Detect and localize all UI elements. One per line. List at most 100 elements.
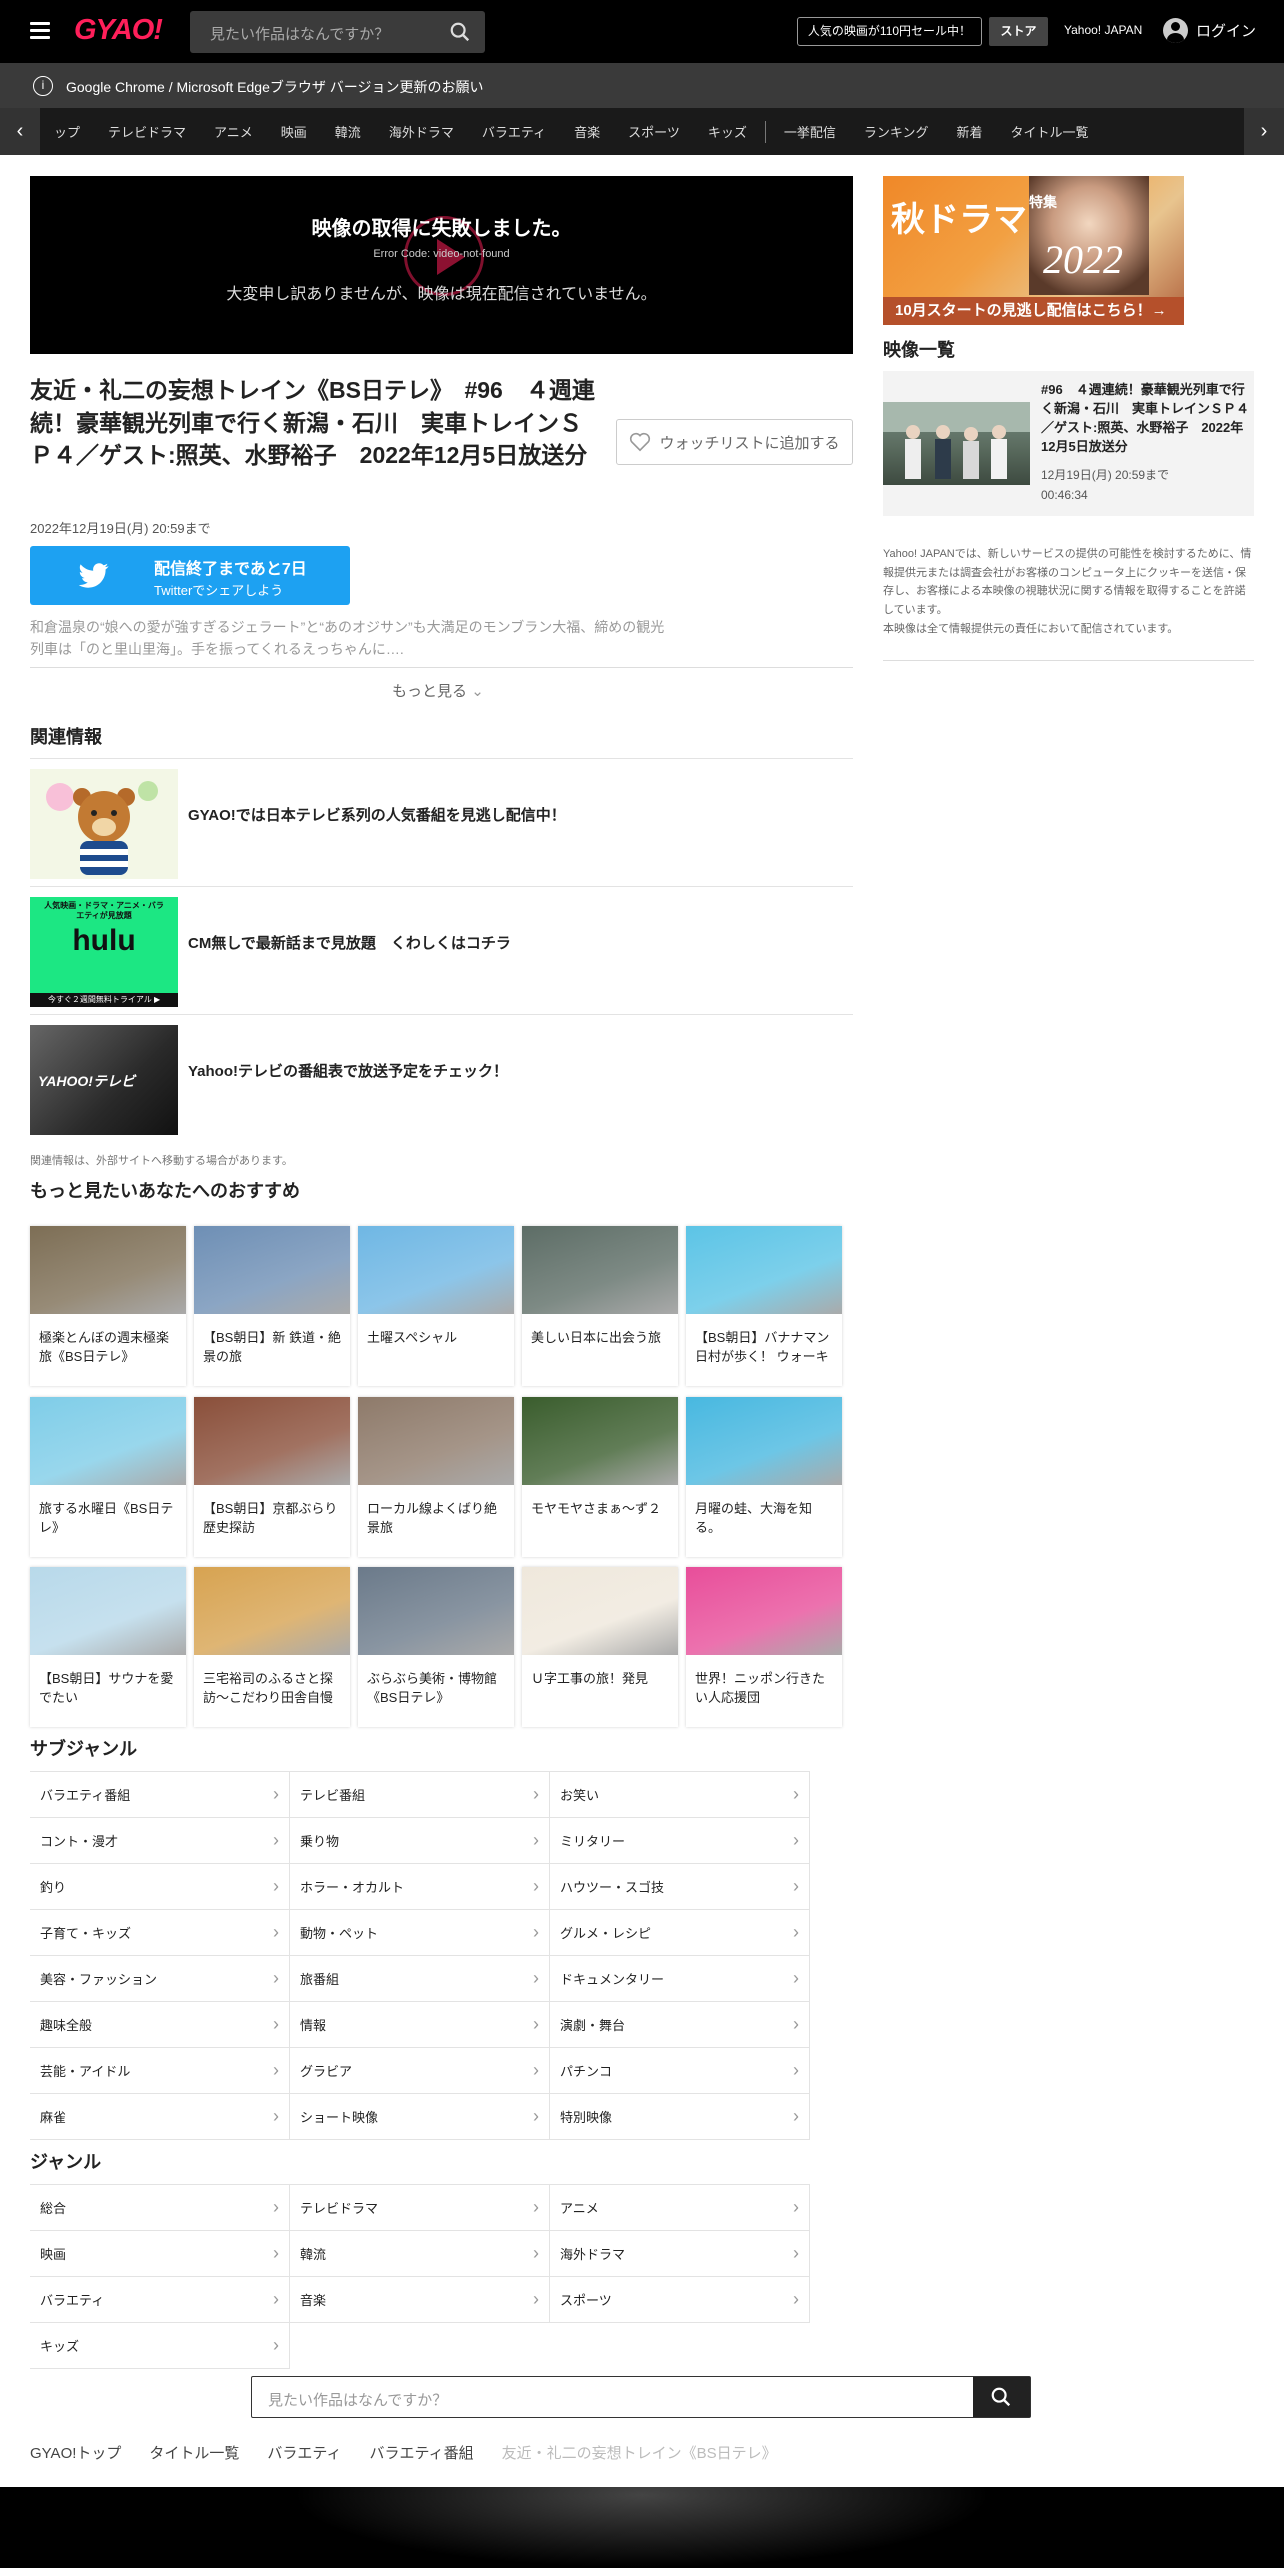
breadcrumb-item[interactable]: タイトル一覧: [149, 2442, 239, 2463]
nav-item[interactable]: キッズ: [708, 122, 747, 141]
subgenre-item[interactable]: 動物・ペット ›: [290, 1910, 550, 1956]
video-player[interactable]: 映像の取得に失敗しました。 Error Code: video-not-foun…: [30, 176, 853, 354]
search-icon[interactable]: [449, 21, 471, 43]
subgenre-item[interactable]: ホラー・オカルト ›: [290, 1864, 550, 1910]
subgenre-item[interactable]: 美容・ファッション ›: [30, 1956, 290, 2002]
breadcrumb-item[interactable]: バラエティ: [267, 2442, 341, 2463]
genre-item[interactable]: 総合 ›: [30, 2185, 290, 2231]
nav-item[interactable]: 海外ドラマ: [389, 122, 454, 141]
recommend-card[interactable]: 土曜スペシャル: [358, 1226, 514, 1386]
recommend-card[interactable]: 月曜の蛙、大海を知る。: [686, 1397, 842, 1557]
genre-item[interactable]: スポーツ ›: [550, 2277, 810, 2323]
nav-next-icon[interactable]: ›: [1244, 108, 1284, 155]
subgenre-item[interactable]: グラビア ›: [290, 2048, 550, 2094]
nav-item[interactable]: ップ: [54, 122, 80, 141]
genre-item[interactable]: キッズ ›: [30, 2323, 290, 2369]
chevron-right-icon: ›: [533, 1876, 539, 1896]
recommend-card[interactable]: ローカル線よくばり絶景旅: [358, 1397, 514, 1557]
genre-item[interactable]: アニメ ›: [550, 2185, 810, 2231]
subgenre-item[interactable]: 特別映像 ›: [550, 2094, 810, 2140]
genre-item[interactable]: 音楽 ›: [290, 2277, 550, 2323]
genre-item[interactable]: 韓流 ›: [290, 2231, 550, 2277]
subgenre-item[interactable]: 演劇・舞台 ›: [550, 2002, 810, 2048]
related-item[interactable]: GYAO!では日本テレビ系列の人気番組を見逃し配信中！: [30, 758, 853, 886]
genre-item[interactable]: バラエティ ›: [30, 2277, 290, 2323]
yahoo-japan-link[interactable]: Yahoo! JAPAN: [1064, 23, 1142, 37]
nav-item[interactable]: タイトル一覧: [1011, 122, 1089, 141]
category-nav: ‹ ップ テレビドラマ アニメ 映画 韓流 海外ドラマ バラエティ 音楽 スポーツ キッズ 一挙配信…: [0, 108, 1284, 155]
nav-item[interactable]: スポーツ: [628, 122, 680, 141]
browser-notice[interactable]: i Google Chrome / Microsoft Edgeブラウザ バージ…: [0, 63, 1284, 108]
subgenre-item[interactable]: ショート映像 ›: [290, 2094, 550, 2140]
nav-item[interactable]: テレビドラマ: [108, 122, 186, 141]
show-more-label: もっと見る: [392, 683, 468, 700]
related-item[interactable]: 人気映画・ドラマ・アニメ・バラエティが見放題 hulu 今すぐ２週間無料トライア…: [30, 886, 853, 1014]
subgenre-item[interactable]: テレビ番組 ›: [290, 1772, 550, 1818]
recommend-card[interactable]: ぶらぶら美術・博物館《BS日テレ》: [358, 1567, 514, 1727]
subgenre-item[interactable]: ミリタリー ›: [550, 1818, 810, 1864]
login-button[interactable]: ログイン: [1163, 18, 1256, 43]
genre-item[interactable]: 海外ドラマ ›: [550, 2231, 810, 2277]
breadcrumb-item[interactable]: GYAO!トップ: [30, 2442, 121, 2463]
genre-label: 海外ドラマ: [560, 2247, 626, 2262]
subgenre-item[interactable]: 情報 ›: [290, 2002, 550, 2048]
nav-item[interactable]: アニメ: [214, 122, 253, 141]
nav-item[interactable]: 一挙配信: [784, 122, 836, 141]
subgenre-item[interactable]: グルメ・レシピ ›: [550, 1910, 810, 1956]
nav-prev-icon[interactable]: ‹: [0, 108, 40, 155]
recommend-card[interactable]: 三宅裕司のふるさと探訪～こだわり田舎自慢: [194, 1567, 350, 1727]
recommend-card[interactable]: Ｕ字工事の旅！発見: [522, 1567, 678, 1727]
autumn-drama-ad[interactable]: 秋ドラマ 特集 2022 10月スタートの見逃し配信はこちら！→: [883, 176, 1184, 325]
subgenre-item[interactable]: 乗り物 ›: [290, 1818, 550, 1864]
watchlist-button[interactable]: ウォッチリストに追加する: [616, 419, 853, 465]
menu-icon[interactable]: [30, 22, 50, 39]
subgenre-item[interactable]: 子育て・キッズ ›: [30, 1910, 290, 1956]
recommend-card[interactable]: 【BS朝日】新 鉄道・絶景の旅: [194, 1226, 350, 1386]
recommend-card[interactable]: 世界！ニッポン行きたい人応援団: [686, 1567, 842, 1727]
gyao-logo[interactable]: GYAO!: [74, 14, 163, 47]
nav-item[interactable]: 韓流: [335, 122, 361, 141]
subgenre-item[interactable]: 芸能・アイドル ›: [30, 2048, 290, 2094]
recommend-card[interactable]: 【BS朝日】サウナを愛でたい: [30, 1567, 186, 1727]
breadcrumb-item[interactable]: バラエティ番組: [370, 2442, 474, 2463]
nav-item[interactable]: 映画: [281, 122, 307, 141]
chevron-right-icon: ›: [273, 1830, 279, 1850]
nav-item[interactable]: 音楽: [574, 122, 600, 141]
availability-date: 2022年12月19日(月) 20:59まで: [30, 521, 211, 536]
footer-search-input[interactable]: 見たい作品はなんですか？: [251, 2376, 1031, 2418]
show-more-button[interactable]: もっと見る ⌄: [392, 680, 484, 701]
subgenre-item[interactable]: コント・漫才 ›: [30, 1818, 290, 1864]
chevron-right-icon: ›: [273, 2197, 279, 2217]
recommend-card[interactable]: 極楽とんぼの週末極楽旅《BS日テレ》: [30, 1226, 186, 1386]
subgenre-item[interactable]: ドキュメンタリー ›: [550, 1956, 810, 2002]
recommend-card[interactable]: 【BS朝日】京都ぶらり歴史探訪: [194, 1397, 350, 1557]
genre-item[interactable]: テレビドラマ ›: [290, 2185, 550, 2231]
subgenre-item[interactable]: バラエティ番組 ›: [30, 1772, 290, 1818]
genre-item[interactable]: 映画 ›: [30, 2231, 290, 2277]
nav-item[interactable]: ランキング: [864, 122, 929, 141]
nav-item[interactable]: バラエティ: [482, 122, 546, 141]
recommend-title: モヤモヤさまぁ～ず２: [531, 1501, 662, 1516]
subgenre-item[interactable]: 趣味全般 ›: [30, 2002, 290, 2048]
subgenre-label: お笑い: [560, 1788, 600, 1803]
subgenre-item[interactable]: お笑い ›: [550, 1772, 810, 1818]
recommend-card[interactable]: 【BS朝日】バナナマン日村が歩く！ ウォーキ: [686, 1226, 842, 1386]
subgenre-item[interactable]: ハウツー・スゴ技 ›: [550, 1864, 810, 1910]
chevron-right-icon: ›: [533, 2197, 539, 2217]
subgenre-item[interactable]: パチンコ ›: [550, 2048, 810, 2094]
related-item[interactable]: YAHOO!テレビ Yahoo!テレビの番組表で放送予定をチェック！: [30, 1014, 853, 1142]
twitter-share-button[interactable]: 配信終了まであと7日 Twitterでシェアしよう: [30, 546, 350, 605]
subgenre-item[interactable]: 旅番組 ›: [290, 1956, 550, 2002]
subgenre-label: ハウツー・スゴ技: [560, 1880, 665, 1895]
store-button[interactable]: ストア: [989, 17, 1048, 46]
nav-item[interactable]: 新着: [956, 122, 982, 141]
recommend-card[interactable]: 美しい日本に出会う旅: [522, 1226, 678, 1386]
recommend-card[interactable]: モヤモヤさまぁ～ず２: [522, 1397, 678, 1557]
subgenre-item[interactable]: 釣り ›: [30, 1864, 290, 1910]
header-search-input[interactable]: 見たい作品はなんですか？: [190, 11, 485, 53]
subgenre-item[interactable]: 麻雀 ›: [30, 2094, 290, 2140]
footer-search-button[interactable]: [973, 2377, 1030, 2417]
video-list-item[interactable]: #96 ４週連続！豪華観光列車で行く新潟・石川 実車トレインＳＰ４／ゲスト:照英…: [883, 371, 1254, 516]
recommend-card[interactable]: 旅する水曜日《BS日テレ》: [30, 1397, 186, 1557]
promo-link[interactable]: 人気の映画が110円セール中！: [797, 17, 982, 46]
